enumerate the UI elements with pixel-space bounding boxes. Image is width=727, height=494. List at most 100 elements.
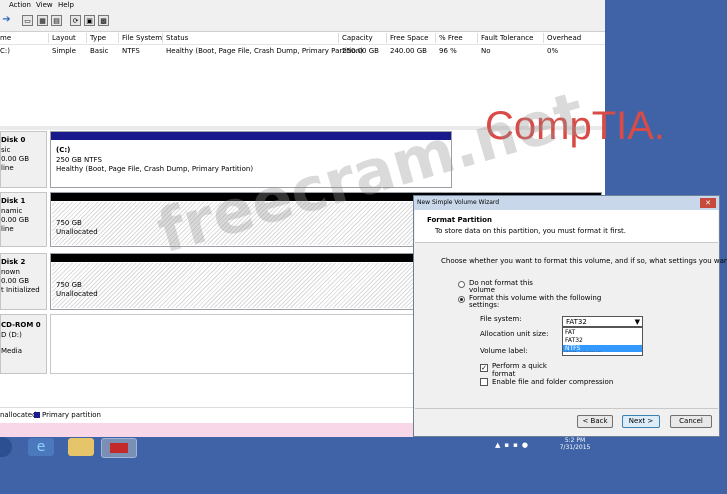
explorer-icon[interactable] (68, 438, 94, 456)
radio-do-not-format-label-2: volume (469, 286, 495, 294)
cell-volume: C:) (0, 47, 10, 55)
properties-icon[interactable]: ▣ (84, 15, 95, 26)
radio-format-volume[interactable] (458, 296, 465, 303)
dialog-divider (415, 408, 718, 409)
dialog-header: Format Partition To store data on this p… (415, 210, 718, 243)
window-icon[interactable]: ▭ (22, 15, 33, 26)
toolbar: ➔ ▭ ▦ ▤ ⟳ ▣ ▩ (0, 11, 605, 32)
fs-option-ntfs[interactable]: NTFS (563, 345, 642, 352)
refresh-icon[interactable]: ⟳ (70, 15, 81, 26)
system-tray-icons[interactable]: ▲▪▪● (495, 441, 545, 451)
disk-1-size: 0.00 GB (1, 216, 30, 224)
compression-checkbox[interactable] (480, 378, 488, 386)
dialog-subheading: To store data on this partition, you mus… (435, 227, 626, 235)
settings-icon[interactable]: ▩ (98, 15, 109, 26)
toolbox-icon[interactable] (101, 438, 137, 458)
disk-0-label[interactable]: Disk 0 sic 0.00 GB line (0, 131, 47, 188)
partition-size: 250 GB NTFS (56, 156, 102, 164)
file-system-select[interactable]: FAT32 ▼ (562, 316, 643, 327)
chevron-down-icon: ▼ (634, 318, 640, 326)
fs-option-fat32[interactable]: FAT32 (563, 337, 642, 344)
cell-fault-tolerance: No (481, 47, 491, 55)
grid-icon[interactable]: ▦ (37, 15, 48, 26)
cell-type: Basic (90, 47, 109, 55)
fs-option-fat[interactable]: FAT (563, 329, 642, 336)
new-simple-volume-wizard: New Simple Volume Wizard ✕ Format Partit… (413, 195, 727, 437)
disk-0-name: Disk 0 (1, 136, 26, 144)
cancel-button[interactable]: Cancel (670, 415, 712, 428)
col-volume[interactable]: me (0, 34, 11, 42)
format-question: Choose whether you want to format this v… (441, 257, 727, 265)
cell-capacity: 250.00 GB (342, 47, 379, 55)
ie-icon[interactable]: e (28, 438, 54, 456)
cell-percent-free: 96 % (439, 47, 457, 55)
dialog-titlebar[interactable]: New Simple Volume Wizard ✕ (414, 196, 719, 210)
partition-status: Healthy (Boot, Page File, Crash Dump, Pr… (56, 165, 254, 173)
radio-do-not-format[interactable] (458, 281, 465, 288)
partition-title: (C:) (56, 146, 71, 154)
help-icon[interactable]: ▤ (51, 15, 62, 26)
radio-format-label-2: settings: (469, 301, 500, 309)
dialog-heading: Format Partition (427, 216, 492, 224)
file-system-value: FAT32 (566, 318, 587, 326)
partition-size: 750 GB (56, 219, 82, 227)
cell-free-space: 240.00 GB (390, 47, 427, 55)
volume-row[interactable]: C:) Simple Basic NTFS Healthy (Boot, Pag… (0, 45, 605, 56)
cdrom-0-label[interactable]: CD-ROM 0 D (D:) Media (0, 314, 47, 374)
volume-label-label: Volume label: (480, 347, 528, 355)
menu-view[interactable]: View (36, 1, 53, 9)
close-icon[interactable]: ✕ (700, 198, 716, 208)
quick-format-label: Perform a quick (492, 362, 547, 370)
col-capacity[interactable]: Capacity (342, 34, 373, 42)
back-arrow-icon[interactable]: ➔ (1, 15, 12, 26)
toolbox-shape (110, 443, 128, 453)
disk-1-state: line (1, 225, 14, 233)
legend-unallocated: nallocated (0, 411, 37, 419)
col-file-system[interactable]: File System (122, 34, 162, 42)
col-status[interactable]: Status (166, 34, 188, 42)
col-percent-free[interactable]: % Free (439, 34, 463, 42)
disk-0-size: 0.00 GB (1, 155, 30, 163)
legend-primary-swatch (34, 412, 40, 418)
disk-2-label[interactable]: Disk 2 nown 0.00 GB t Initialized (0, 253, 47, 310)
allocation-unit-label: Allocation unit size: (480, 330, 549, 338)
disk-2-type: nown (1, 268, 20, 276)
quick-format-label-2: format (492, 370, 516, 378)
cell-overhead: 0% (547, 47, 559, 55)
clock-date: 7/31/2015 (559, 444, 591, 451)
back-button[interactable]: < Back (577, 415, 613, 428)
compression-label: Enable file and folder compression (492, 378, 614, 386)
col-layout[interactable]: Layout (52, 34, 76, 42)
menu-action[interactable]: Action (9, 1, 31, 9)
partition-status: Unallocated (56, 290, 98, 298)
disk-2-name: Disk 2 (1, 258, 26, 266)
cdrom-0-type: D (D:) (1, 331, 22, 339)
quick-format-checkbox[interactable]: ✓ (480, 364, 488, 372)
cell-file-system: NTFS (122, 47, 140, 55)
cdrom-0-state: Media (1, 347, 23, 355)
volume-list-header: me Layout Type File System Status Capaci… (0, 32, 605, 45)
next-button[interactable]: Next > (622, 415, 660, 428)
cdrom-0-name: CD-ROM 0 (1, 321, 41, 329)
clock-time: 5:2 PM (564, 437, 586, 444)
disk-1-label[interactable]: Disk 1 namic 0.00 GB line (0, 192, 47, 247)
cell-layout: Simple (52, 47, 76, 55)
disk-2-size: 0.00 GB (1, 277, 30, 285)
menu-help[interactable]: Help (58, 1, 74, 9)
disk-1-name: Disk 1 (1, 197, 26, 205)
disk-2-state: t Initialized (1, 286, 40, 294)
col-type[interactable]: Type (90, 34, 106, 42)
disk-0-type: sic (1, 146, 11, 154)
legend-primary: Primary partition (42, 411, 101, 419)
cell-status: Healthy (Boot, Page File, Crash Dump, Pr… (166, 47, 364, 55)
menu-bar: Action View Help (0, 0, 605, 11)
disk-1-type: namic (1, 207, 23, 215)
col-free-space[interactable]: Free Space (390, 34, 428, 42)
dialog-title: New Simple Volume Wizard (417, 199, 500, 206)
col-overhead[interactable]: Overhead (547, 34, 581, 42)
clock[interactable]: 5:2 PM 7/31/2015 (555, 437, 595, 451)
partition-status: Unallocated (56, 228, 98, 236)
disk-0-state: line (1, 164, 14, 172)
col-fault-tolerance[interactable]: Fault Tolerance (481, 34, 533, 42)
file-system-label: File system: (480, 315, 522, 323)
